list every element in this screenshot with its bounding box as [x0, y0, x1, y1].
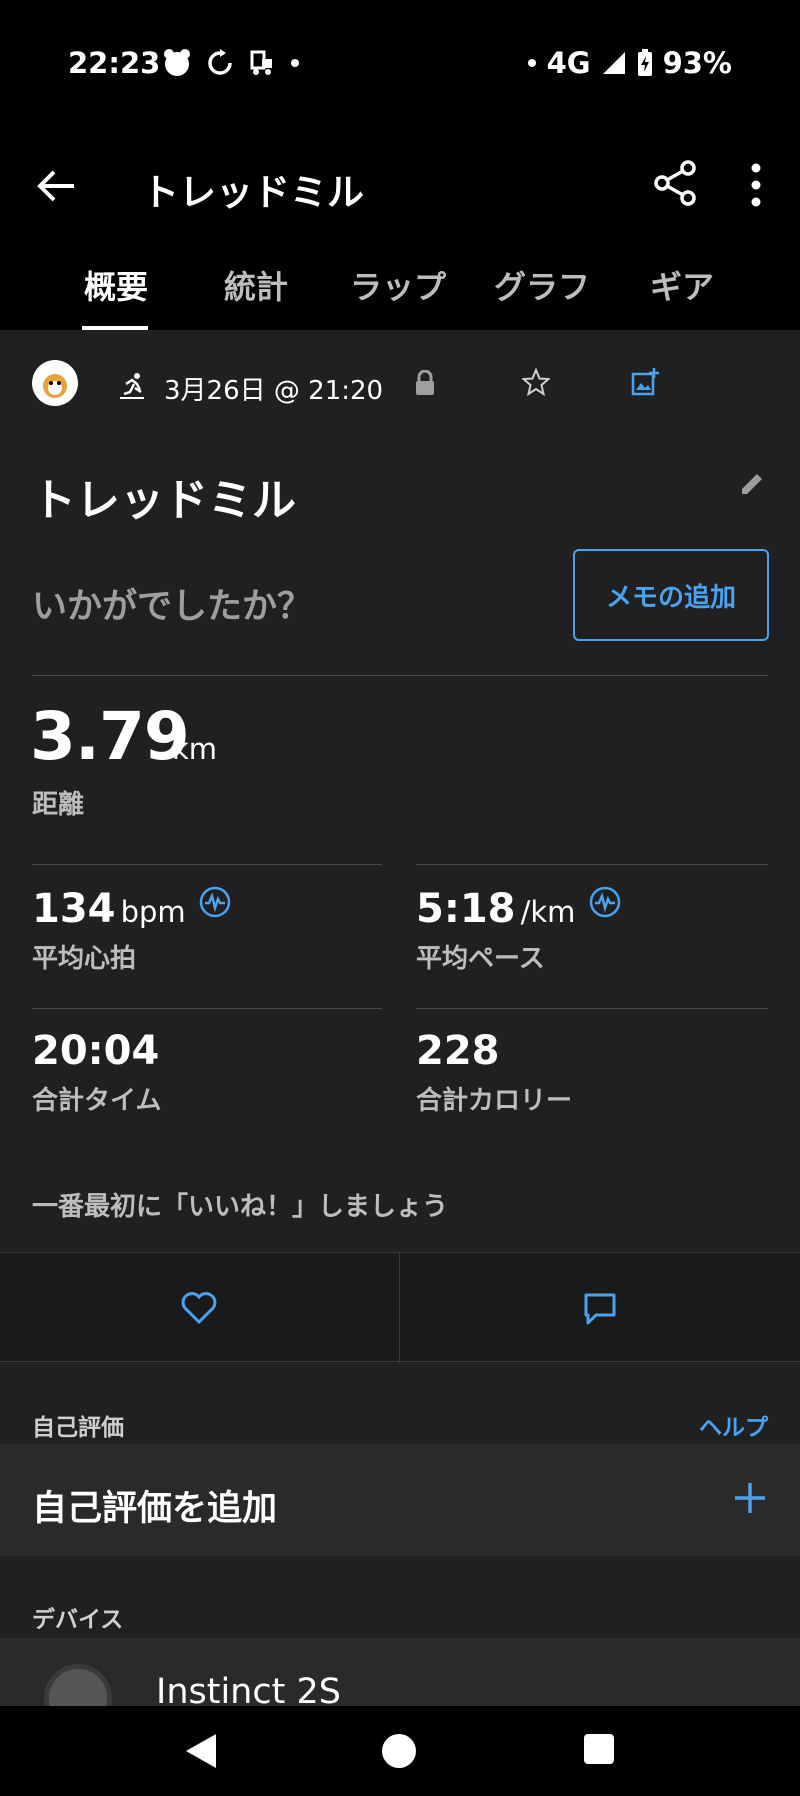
- like-heart-icon[interactable]: [180, 1291, 218, 1325]
- tab-graphs[interactable]: グラフ: [494, 262, 590, 308]
- first-like-text: 一番最初に「いいね！」しましょう: [32, 1192, 449, 1222]
- treadmill-run-icon: [120, 373, 144, 399]
- pace-label: 平均ペース: [416, 944, 545, 974]
- network-type: 4G: [546, 46, 591, 80]
- help-link[interactable]: ヘルプ: [699, 1408, 768, 1442]
- distance-label: 距離: [32, 790, 85, 820]
- notification-icons: [162, 48, 300, 78]
- divider: [416, 864, 768, 865]
- add-image-icon[interactable]: [630, 368, 660, 398]
- activity-meta-row: 3月26日 @ 21:20: [0, 330, 800, 442]
- device-row[interactable]: Instinct 2S: [0, 1638, 800, 1706]
- app-bar: トレッドミル: [0, 130, 800, 240]
- tab-overview[interactable]: 概要: [84, 262, 148, 308]
- pace-value: 5:18: [416, 886, 516, 932]
- social-action-row: [0, 1252, 800, 1363]
- heart-rate-label: 平均心拍: [32, 944, 137, 974]
- self-evaluation-section-label: 自己評価: [32, 1415, 124, 1441]
- battery-level: 93%: [662, 46, 732, 80]
- back-arrow-icon[interactable]: [34, 164, 78, 208]
- tab-bar: 概要 統計 ラップ グラフ ギア: [0, 240, 800, 330]
- activity-date: 3月26日 @ 21:20: [164, 376, 384, 406]
- divider: [416, 1008, 768, 1009]
- dot-icon: [291, 59, 299, 67]
- total-time-label: 合計タイム: [32, 1086, 162, 1116]
- distance-unit: km: [172, 732, 218, 766]
- avg-pace-stat: 5:18 /km 平均ペース: [416, 886, 621, 975]
- distance-value: 3.79: [30, 698, 190, 775]
- heart-rate-value: 134: [32, 886, 116, 932]
- status-time: 22:23: [68, 46, 161, 80]
- device-section-label: デバイス: [32, 1607, 124, 1633]
- tab-laps[interactable]: ラップ: [350, 262, 446, 308]
- divider: [399, 1253, 400, 1363]
- plus-icon[interactable]: [732, 1480, 768, 1516]
- activity-title: トレッドミル: [32, 475, 296, 526]
- activity-feeling-prompt: いかがでしたか？: [32, 587, 313, 627]
- edit-pencil-icon[interactable]: [738, 470, 766, 498]
- divider: [32, 1008, 382, 1009]
- heart-rate-sensor-icon[interactable]: [199, 886, 231, 918]
- nav-home-icon[interactable]: [382, 1734, 416, 1768]
- comment-icon[interactable]: [582, 1291, 618, 1327]
- heart-rate-unit: bpm: [120, 895, 186, 929]
- watch-icon: [44, 1664, 112, 1706]
- avg-heart-rate-stat: 134 bpm 平均心拍: [32, 886, 231, 975]
- tab-gear[interactable]: ギア: [650, 262, 714, 308]
- add-self-evaluation-label: 自己評価を追加: [32, 1489, 278, 1529]
- total-calories-stat: 228 合計カロリー: [416, 1028, 572, 1117]
- nav-back-icon[interactable]: [184, 1732, 218, 1770]
- star-icon[interactable]: [522, 368, 550, 396]
- device-name: Instinct 2S: [156, 1672, 341, 1706]
- total-time-stat: 20:04 合計タイム: [32, 1028, 161, 1117]
- total-time-value: 20:04: [32, 1028, 160, 1074]
- battery-icon: [637, 49, 652, 76]
- lock-icon[interactable]: [414, 370, 436, 396]
- nav-recents-icon[interactable]: [584, 1734, 614, 1764]
- sync-icon: [208, 49, 232, 75]
- status-bar: 22:23 4G 93%: [0, 0, 800, 130]
- dot-icon: [527, 59, 536, 67]
- divider: [32, 675, 768, 676]
- pace-sensor-icon[interactable]: [589, 886, 621, 918]
- add-self-evaluation-row[interactable]: 自己評価を追加: [0, 1444, 800, 1556]
- divider: [32, 864, 382, 865]
- more-options-icon[interactable]: [740, 162, 772, 208]
- calories-label: 合計カロリー: [416, 1086, 573, 1116]
- share-icon[interactable]: [652, 160, 698, 206]
- pace-unit: /km: [520, 895, 576, 929]
- app-notification-icon: [164, 49, 190, 76]
- overview-content: 3月26日 @ 21:20 トレッドミル いかがでしたか？ メモの追加 3.79…: [0, 330, 800, 1706]
- calories-value: 228: [416, 1028, 500, 1074]
- cart-icon: [250, 50, 272, 75]
- signal-icon: [602, 52, 625, 74]
- avatar[interactable]: [32, 360, 78, 406]
- page-title: トレッドミル: [142, 171, 364, 214]
- add-memo-button[interactable]: メモの追加: [573, 549, 769, 641]
- tab-stats[interactable]: 統計: [224, 262, 288, 308]
- system-nav-bar: [0, 1706, 800, 1796]
- status-right: 4G 93%: [527, 46, 732, 80]
